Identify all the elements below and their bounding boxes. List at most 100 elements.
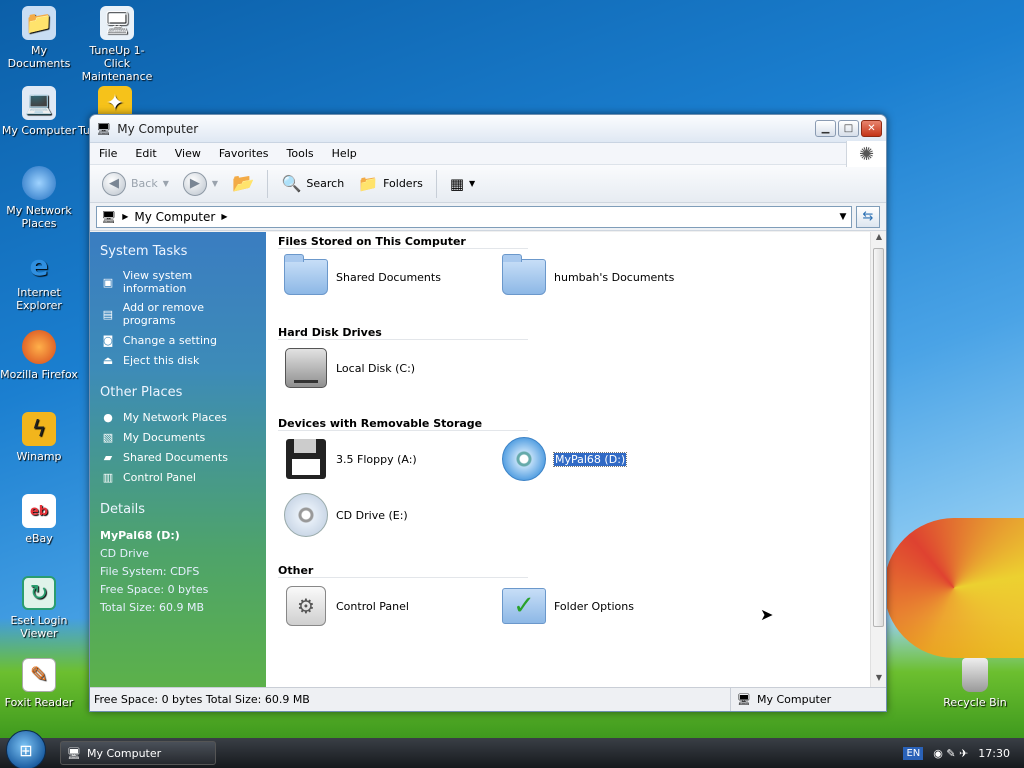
address-input[interactable]: 🖥 ▶ My Computer ▶ ▼ [96,205,852,228]
scroll-up-icon[interactable]: ▲ [871,232,886,246]
explorer-window: 🖥 My Computer ▁ □ ✕ File Edit View Favor… [89,114,887,712]
desktop-icon-network-places[interactable]: My Network Places [0,166,78,230]
place-shared-documents[interactable]: ▰ Shared Documents [100,450,258,464]
place-control-panel[interactable]: ▥ Control Panel [100,470,258,484]
window-title: My Computer [117,121,199,136]
forward-arrow-icon: ▶ [182,171,207,196]
refresh-button[interactable]: ⇆ [856,205,880,228]
other-places-heading: Other Places [100,385,183,400]
item-local-disk-c[interactable]: Local Disk (C:) [278,340,496,396]
maximize-button[interactable]: □ [838,120,859,137]
computer-icon: 🖥 [96,121,112,136]
file-pane[interactable]: Files Stored on This Computer Shared Doc… [266,232,886,687]
task-add-remove-programs[interactable]: ▤ Add or remove programs [100,301,258,327]
address-text: My Computer [134,209,216,224]
item-cd-drive-e[interactable]: CD Drive (E:) [278,487,496,543]
address-bar: 🖥 ▶ My Computer ▶ ▼ ⇆ [90,203,886,231]
status-location: My Computer [756,693,832,706]
scroll-down-icon[interactable]: ▼ [871,673,886,687]
winamp-icon: ϟ [22,412,56,446]
chevron-right-icon[interactable]: ▶ [221,212,227,221]
tuneup-icon: 🖥 [100,6,134,40]
start-button[interactable]: ⊞ [6,730,46,768]
eset-icon: ↻ [22,576,56,610]
chevron-down-icon: ▼ [211,179,219,188]
item-folder-options[interactable]: ✓ Folder Options [496,578,714,634]
menu-help[interactable]: Help [323,147,366,160]
system-tasks-heading: System Tasks [100,244,188,259]
up-button[interactable]: 📂 [228,171,258,196]
desktop-icon-ebay[interactable]: eb eBay [0,494,78,545]
ebay-icon: eb [22,494,56,528]
computer-icon: 🖥 [737,693,751,706]
folder-icon [284,254,328,295]
menu-file[interactable]: File [90,147,126,160]
clock[interactable]: 17:30 [978,747,1010,760]
taskbar-button-my-computer[interactable]: 🖥 My Computer [60,741,216,765]
desktop-icon-foxit[interactable]: ✎ Foxit Reader [0,658,78,709]
views-button[interactable]: ▦ ▼ [446,173,479,195]
item-floppy-a[interactable]: 3.5 Floppy (A:) [278,431,496,487]
title-bar[interactable]: 🖥 My Computer ▁ □ ✕ [90,115,886,143]
vertical-scrollbar[interactable]: ▲ ▼ [870,232,886,687]
details-name: MyPal68 (D:) [100,529,180,542]
menu-favorites[interactable]: Favorites [210,147,278,160]
section-heading: Other [278,561,528,578]
my-documents-icon: 📁 [22,6,56,40]
program-icon: ▤ [102,307,114,321]
place-network[interactable]: ● My Network Places [100,410,258,424]
computer-icon: 🖥 [67,746,81,760]
foxit-icon: ✎ [22,658,56,692]
mouse-cursor-icon: ➤ [760,605,774,624]
folder-icon: ▰ [103,450,113,464]
item-mypal68-d[interactable]: MyPal68 (D:) [496,431,714,487]
minimize-button[interactable]: ▁ [815,120,836,137]
folder-up-icon: 📂 [232,173,255,194]
recycle-bin-icon [962,658,988,692]
details-type: CD Drive [100,547,149,560]
section-other: Other ⚙ Control Panel ✓ Folder Options [278,561,886,634]
desktop-icon-winamp[interactable]: ϟ Winamp [0,412,78,463]
desktop-icon-internet-explorer[interactable]: e Internet Explorer [0,248,78,312]
desktop-icon-firefox[interactable]: Mozilla Firefox [0,330,78,381]
task-change-setting[interactable]: ◙ Change a setting [100,333,258,347]
menu-edit[interactable]: Edit [126,147,165,160]
taskbar: ⊞ 🖥 My Computer EN ◉ ✎ ✈ 17:30 [0,730,1024,768]
menu-tools[interactable]: Tools [278,147,323,160]
tray-icons[interactable]: ◉ ✎ ✈ [933,747,968,760]
desktop-icon-recycle-bin[interactable]: Recycle Bin [936,658,1014,709]
eject-icon: ⏏ [102,353,114,367]
address-dropdown-icon[interactable]: ▼ [835,212,851,222]
system-tray: EN ◉ ✎ ✈ 17:30 [903,746,1024,760]
desktop-icon-tuneup-maintenance[interactable]: 🖥 TuneUp 1-Click Maintenance [78,6,156,83]
item-humbah-documents[interactable]: humbah's Documents [496,249,714,305]
desktop-icon-my-documents[interactable]: 📁 My Documents [0,6,78,70]
language-indicator[interactable]: EN [903,746,924,760]
firefox-icon [22,330,56,364]
folders-button[interactable]: 📁 Folders [354,172,427,195]
search-button[interactable]: 🔍 Search [277,172,348,195]
scrollbar-thumb[interactable] [873,248,884,627]
menu-bar: File Edit View Favorites Tools Help ✺ [90,141,886,167]
folder-icon: 📁 [358,174,379,193]
item-shared-documents[interactable]: Shared Documents [278,249,496,305]
task-view-system-info[interactable]: ▣ View system information [100,269,258,295]
forward-button[interactable]: ▶ ▼ [179,170,222,198]
menu-view[interactable]: View [166,147,210,160]
close-button[interactable]: ✕ [861,120,882,137]
section-removable-storage: Devices with Removable Storage 3.5 Flopp… [278,414,886,543]
task-eject-disk[interactable]: ⏏ Eject this disk [100,353,258,367]
toolbar: ◀ Back ▼ ▶ ▼ 📂 🔍 Search 📁 Folders ▦ ▼ [90,165,886,203]
views-icon: ▦ [449,174,465,193]
details-filesystem: File System: CDFS [100,565,200,578]
back-button[interactable]: ◀ Back ▼ [98,170,173,198]
place-my-documents[interactable]: ▧ My Documents [100,430,258,444]
section-heading: Hard Disk Drives [278,323,528,340]
item-control-panel[interactable]: ⚙ Control Panel [278,578,496,634]
folder-options-icon: ✓ [502,588,546,624]
desktop-icon-eset[interactable]: ↻ Eset Login Viewer [0,576,78,640]
toolbar-separator [267,169,269,198]
network-icon [22,166,56,200]
folder-icon [502,254,546,295]
throbber-icon: ✺ [846,141,886,167]
